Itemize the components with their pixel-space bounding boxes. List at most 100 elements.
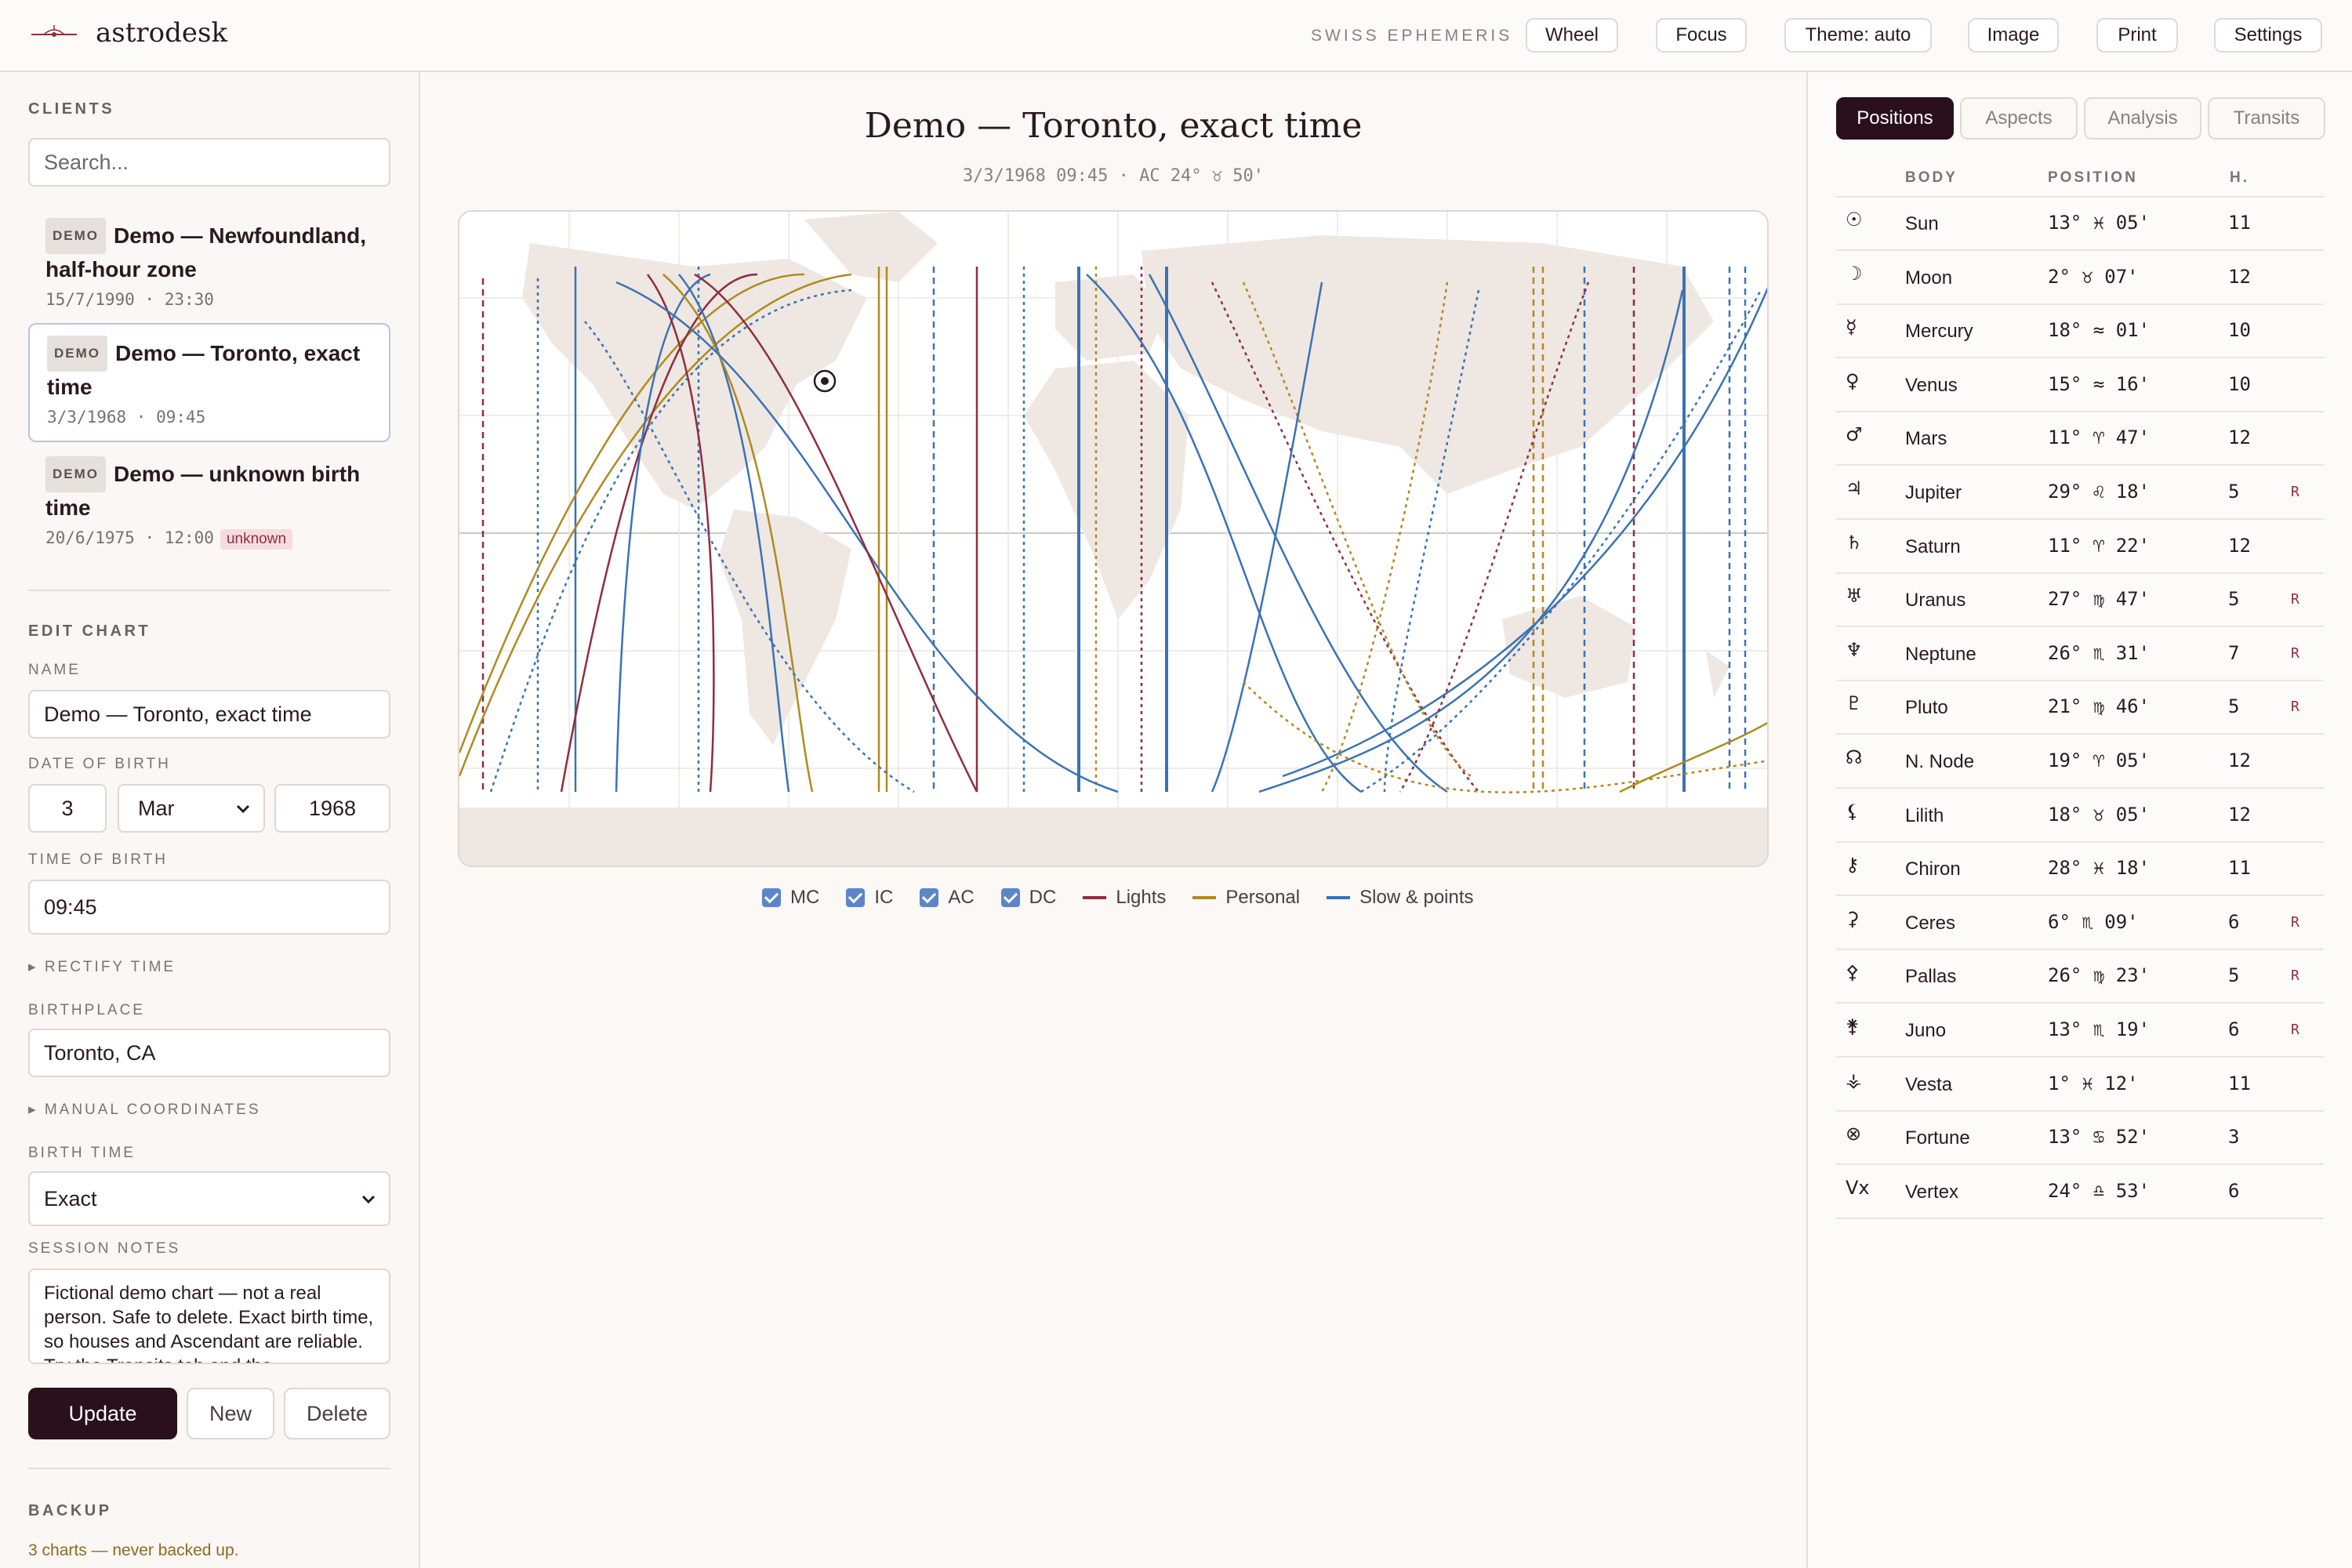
table-row[interactable]: ☉ Sun 13° ♓ 05' 11 <box>1836 198 2324 251</box>
body-house: 12 <box>2228 750 2251 771</box>
body-position: 2° ♉ 07' <box>2048 265 2139 288</box>
delete-button[interactable]: Delete <box>284 1388 390 1439</box>
body-house: 12 <box>2228 426 2251 449</box>
birthplace-label: BIRTHPLACE <box>28 1002 145 1018</box>
table-row[interactable]: ⚷ Chiron 28° ♓ 18' 11 <box>1836 843 2324 897</box>
juno-glyph-icon: ⚵ <box>1846 1015 1860 1037</box>
body-house: 12 <box>2228 534 2251 557</box>
client-item[interactable]: DEMO Demo — unknown birth time 20/6/1975 … <box>28 445 390 550</box>
fortune-glyph-icon: ⊗ <box>1846 1123 1862 1145</box>
body-name: Vesta <box>1905 1073 1953 1095</box>
table-row[interactable]: ⚴ Pallas 26° ♍ 23' 5 R <box>1836 950 2324 1004</box>
body-name: Vertex <box>1905 1181 1959 1203</box>
legend-ic-toggle[interactable]: IC <box>846 887 893 909</box>
unknown-time-badge: unknown <box>220 529 293 550</box>
checkbox-checked-icon <box>846 888 866 907</box>
tab-positions[interactable]: Positions <box>1836 97 1954 140</box>
table-row[interactable]: ♂ Mars 11° ♈ 47' 12 <box>1836 412 2324 466</box>
legend-mc-toggle[interactable]: MC <box>762 887 819 909</box>
manual-coordinates-toggle[interactable]: ▸ MANUAL COORDINATES <box>28 1101 261 1119</box>
theme-button[interactable]: Theme: auto <box>1784 18 1932 53</box>
client-title: DEMO Demo — Toronto, exact time <box>47 336 372 403</box>
update-button[interactable]: Update <box>28 1388 177 1439</box>
vertex-glyph-icon: Vx <box>1846 1176 1870 1199</box>
name-label: NAME <box>28 662 81 678</box>
body-name: Fortune <box>1905 1127 1970 1149</box>
birth-time-select[interactable]: Exact <box>28 1171 390 1226</box>
legend-ac-toggle[interactable]: AC <box>920 887 975 909</box>
client-item[interactable]: DEMO Demo — Newfoundland, half-hour zone … <box>28 207 390 309</box>
body-position: 27° ♍ 47' <box>2048 588 2151 611</box>
settings-button[interactable]: Settings <box>2214 18 2322 53</box>
new-button[interactable]: New <box>187 1388 274 1439</box>
legend-dc-toggle[interactable]: DC <box>1000 887 1056 909</box>
body-position: 13° ♋ 52' <box>2048 1126 2151 1149</box>
table-row[interactable]: ♃ Jupiter 29° ♌ 18' 5 R <box>1836 466 2324 520</box>
ephemeris-label: SWISS EPHEMERIS <box>1311 27 1513 45</box>
table-row[interactable]: ♀ Venus 15° ≈ 16' 10 <box>1836 359 2324 412</box>
body-name: Pluto <box>1905 697 1948 719</box>
tab-aspects[interactable]: Aspects <box>1960 97 2078 140</box>
backup-status: 3 charts — never backed up. <box>28 1541 239 1559</box>
slow-swatch <box>1327 896 1351 899</box>
divider <box>28 590 390 591</box>
body-house: 5 <box>2228 481 2240 503</box>
lights-swatch <box>1083 896 1107 899</box>
print-button[interactable]: Print <box>2096 18 2178 53</box>
body-position: 28° ♓ 18' <box>2048 857 2151 880</box>
birth-time-label: BIRTH TIME <box>28 1145 136 1161</box>
month-select[interactable]: Mar <box>118 784 265 833</box>
day-input[interactable]: 3 <box>28 784 107 833</box>
birthplace-input[interactable]: Toronto, CA <box>28 1029 390 1077</box>
body-name: Mercury <box>1905 321 1973 343</box>
image-button[interactable]: Image <box>1968 18 2059 53</box>
app-logo[interactable]: astrodesk <box>30 17 227 49</box>
table-row[interactable]: ⚸ Lilith 18° ♉ 05' 12 <box>1836 789 2324 843</box>
session-notes-textarea[interactable]: Fictional demo chart — not a real person… <box>28 1269 390 1364</box>
table-row[interactable]: ⚳ Ceres 6° ♏ 09' 6 R <box>1836 897 2324 950</box>
body-position: 1° ♓ 12' <box>2048 1072 2139 1094</box>
body-position: 11° ♈ 22' <box>2048 534 2151 557</box>
moon-glyph-icon: ☽ <box>1846 262 1863 285</box>
tab-analysis[interactable]: Analysis <box>2084 97 2201 140</box>
body-position: 18° ≈ 01' <box>2048 319 2151 342</box>
body-name: N. Node <box>1905 751 1975 772</box>
world-map-svg <box>459 212 1767 866</box>
table-row[interactable]: ☊ N. Node 19° ♈ 05' 12 <box>1836 735 2324 789</box>
table-row[interactable]: ♅ Uranus 27° ♍ 47' 5 R <box>1836 574 2324 628</box>
table-row[interactable]: Vx Vertex 24° ♎ 53' 6 <box>1836 1166 2324 1219</box>
focus-button[interactable]: Focus <box>1656 18 1747 53</box>
table-row[interactable]: ♄ Saturn 11° ♈ 22' 12 <box>1836 521 2324 574</box>
wheel-button[interactable]: Wheel <box>1526 18 1618 53</box>
client-search-input[interactable]: Search... <box>28 138 390 187</box>
client-item-selected[interactable]: DEMO Demo — Toronto, exact time 3/3/1968 … <box>28 323 390 442</box>
astrodesk-logo-icon <box>31 25 77 37</box>
body-position: 13° ♏ 19' <box>2048 1018 2151 1040</box>
body-house: 6 <box>2228 910 2240 933</box>
table-row[interactable]: ☿ Mercury 18° ≈ 01' 10 <box>1836 305 2324 359</box>
rectify-time-toggle[interactable]: ▸ RECTIFY TIME <box>28 958 176 976</box>
retrograde-marker: R <box>2291 913 2299 931</box>
map-legend: MC IC AC DC Lights Personal Slow & point… <box>762 886 1501 909</box>
table-row[interactable]: ⊗ Fortune 13° ♋ 52' 3 <box>1836 1112 2324 1166</box>
astrocartography-map[interactable] <box>458 210 1769 867</box>
client-title: DEMO Demo — Newfoundland, half-hour zone <box>45 218 373 285</box>
table-row[interactable]: ⚶ Vesta 1° ♓ 12' 11 <box>1836 1058 2324 1112</box>
house-column-header: H. <box>2230 169 2249 186</box>
tob-label: TIME OF BIRTH <box>28 851 168 868</box>
table-row[interactable]: ♆ Neptune 26° ♏ 31' 7 R <box>1836 628 2324 681</box>
body-name: Moon <box>1905 267 1953 289</box>
checkbox-checked-icon <box>1000 888 1020 907</box>
ceres-glyph-icon: ⚳ <box>1846 907 1860 930</box>
year-input[interactable]: 1968 <box>274 784 390 833</box>
body-house: 11 <box>2228 212 2251 234</box>
name-input[interactable]: Demo — Toronto, exact time <box>28 690 390 739</box>
top-bar: astrodesk SWISS EPHEMERIS Wheel Focus Th… <box>0 0 2352 72</box>
body-position: 21° ♍ 46' <box>2048 695 2151 718</box>
table-row[interactable]: ⚵ Juno 13° ♏ 19' 6 R <box>1836 1004 2324 1058</box>
tab-transits[interactable]: Transits <box>2208 97 2325 140</box>
table-row[interactable]: ☽ Moon 2° ♉ 07' 12 <box>1836 252 2324 305</box>
time-input[interactable]: 09:45 <box>28 880 390 935</box>
body-position: 19° ♈ 05' <box>2048 750 2151 771</box>
table-row[interactable]: ♇ Pluto 21° ♍ 46' 5 R <box>1836 681 2324 735</box>
